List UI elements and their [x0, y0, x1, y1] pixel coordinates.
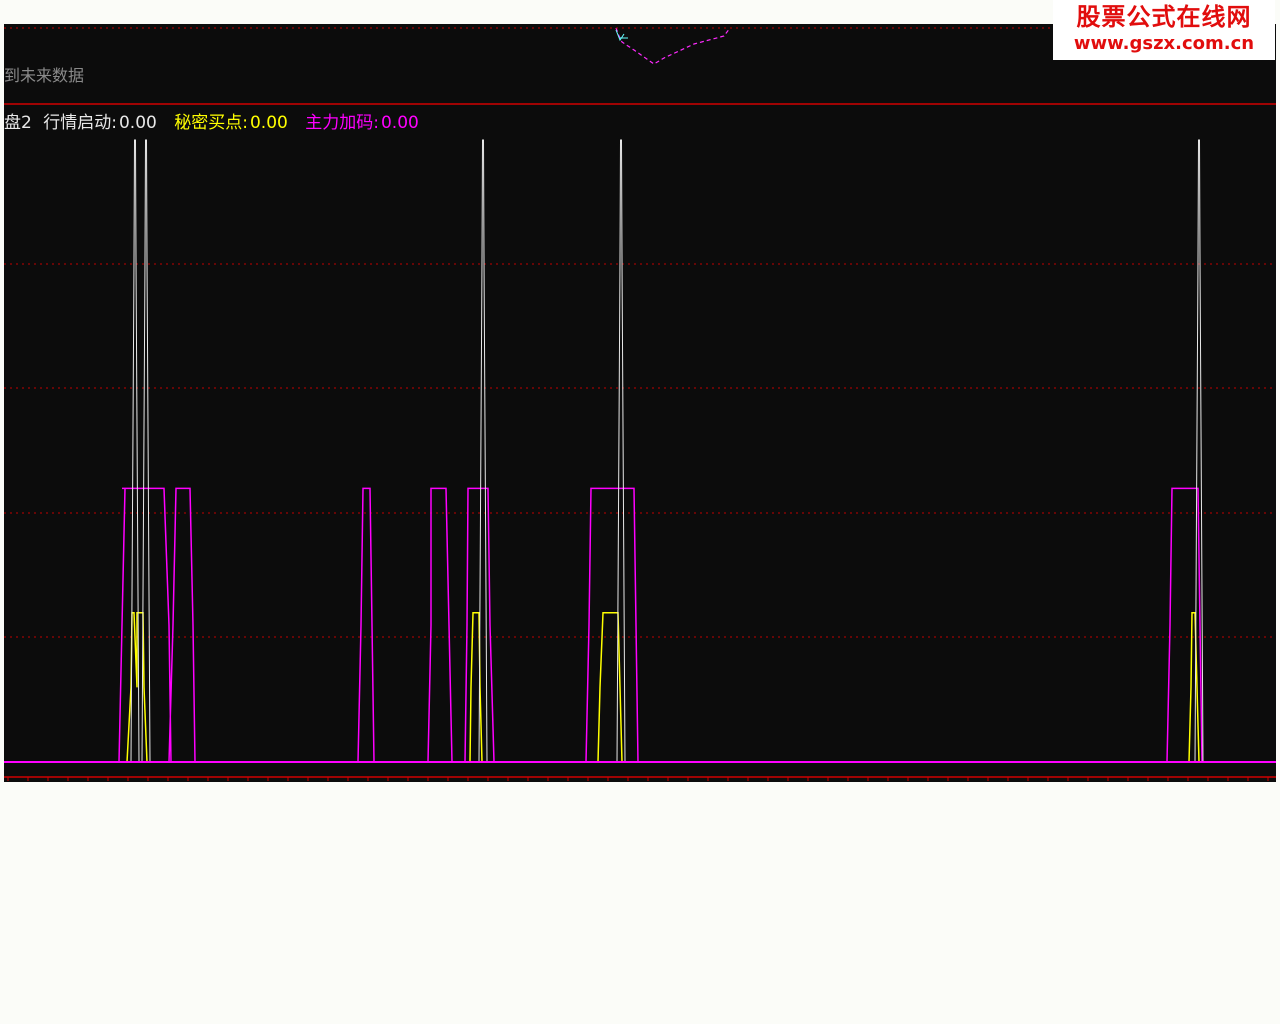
overlay-curve: [615, 27, 731, 65]
legend-label-3: 主力加码:: [305, 113, 379, 133]
spike-white-1: [130, 139, 140, 763]
legend-value-2: 0.00: [249, 113, 288, 133]
chart-window: 到未来数据 盘2 行情启动: 0.00 秘密买点: 0.00 主力加码: 0.00: [4, 24, 1276, 782]
future-data-label: 到未来数据: [4, 66, 85, 85]
indicator-legend: 盘2 行情启动: 0.00 秘密买点: 0.00 主力加码: 0.00: [4, 108, 431, 133]
series-line-magenta: [4, 487, 1276, 763]
watermark-title: 股票公式在线网: [1076, 3, 1252, 31]
legend-value-3: 0.00: [380, 113, 419, 133]
legend-item-1: 行情启动: 0.00: [43, 113, 168, 133]
chart-plot: [4, 27, 1276, 781]
watermark-logo: 股票公式在线网 www.gszx.com.cn: [1053, 0, 1275, 60]
legend-label-2: 秘密买点:: [174, 113, 248, 133]
watermark-url: www.gszx.com.cn: [1073, 33, 1255, 54]
legend-item-3: 主力加码: 0.00: [305, 113, 425, 133]
legend-item-2: 秘密买点: 0.00: [174, 113, 299, 133]
legend-label-1: 行情启动:: [43, 113, 117, 133]
legend-value-1: 0.00: [118, 113, 157, 133]
spike-white-4: [616, 139, 626, 763]
indicator-name: 盘2: [4, 113, 32, 133]
series-line-yellow: [119, 611, 1200, 763]
